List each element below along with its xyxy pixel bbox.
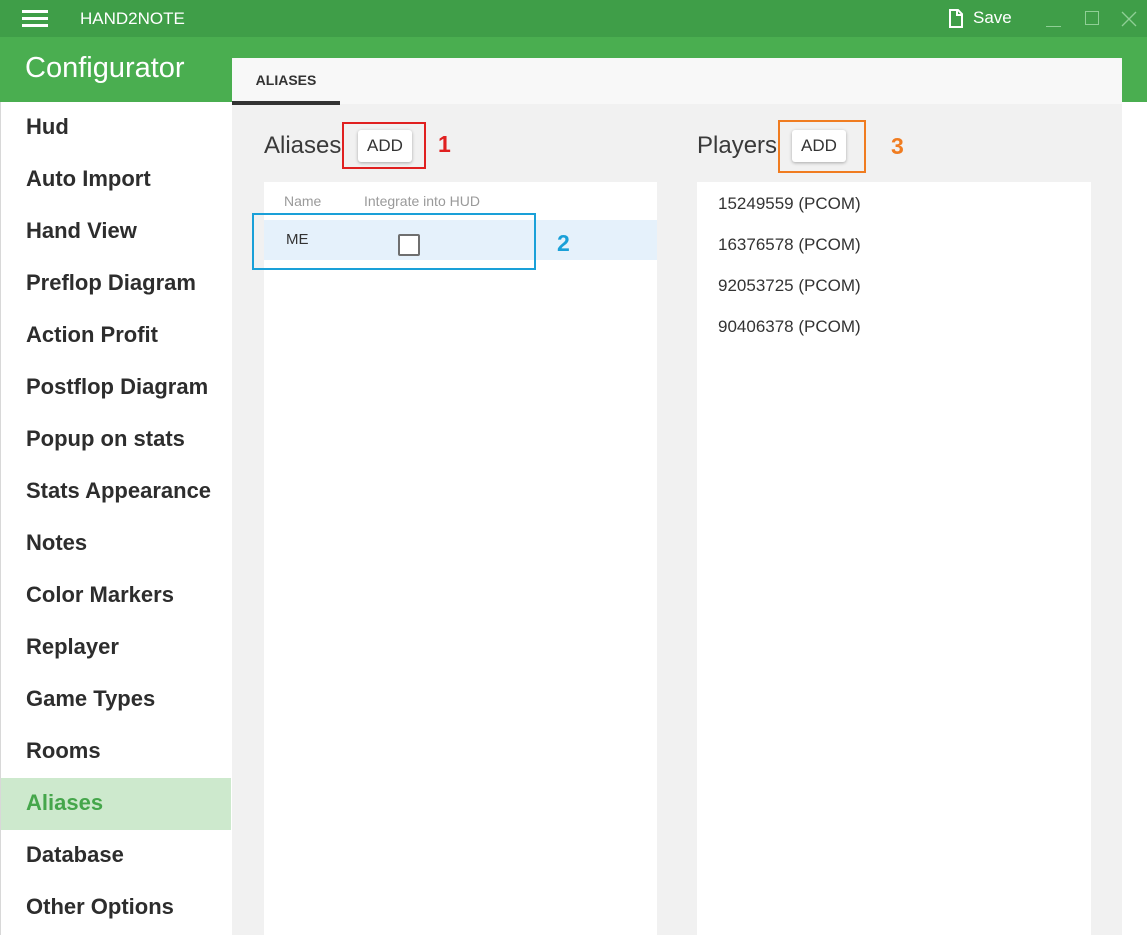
aliases-title: Aliases bbox=[264, 132, 342, 159]
app-title: HAND2NOTE bbox=[80, 9, 185, 28]
sidebar-item-preflop-diagram[interactable]: Preflop Diagram bbox=[1, 258, 231, 310]
column-header-name: Name bbox=[284, 193, 322, 209]
page-title: Configurator bbox=[25, 52, 185, 84]
sidebar-item-replayer[interactable]: Replayer bbox=[1, 622, 231, 674]
maximize-button[interactable] bbox=[1082, 9, 1102, 29]
sidebar-item-rooms[interactable]: Rooms bbox=[1, 726, 231, 778]
sidebar-item-game-types[interactable]: Game Types bbox=[1, 674, 231, 726]
list-item[interactable]: 16376578 (PCOM) bbox=[718, 235, 861, 255]
sidebar-item-hud[interactable]: Hud bbox=[1, 102, 231, 154]
sidebar-item-other-options[interactable]: Other Options bbox=[1, 882, 231, 934]
sidebar: Hud Auto Import Hand View Preflop Diagra… bbox=[0, 102, 231, 935]
close-button[interactable] bbox=[1119, 9, 1139, 29]
tab-indicator bbox=[232, 101, 340, 105]
save-button[interactable]: Save bbox=[948, 6, 1012, 30]
tab-aliases[interactable]: ALIASES bbox=[232, 58, 340, 104]
annotation-box-2 bbox=[252, 213, 536, 270]
sidebar-item-hand-view[interactable]: Hand View bbox=[1, 206, 231, 258]
sidebar-item-notes[interactable]: Notes bbox=[1, 518, 231, 570]
list-item[interactable]: 92053725 (PCOM) bbox=[718, 276, 861, 296]
close-icon bbox=[1121, 11, 1137, 27]
sidebar-item-postflop-diagram[interactable]: Postflop Diagram bbox=[1, 362, 231, 414]
file-icon bbox=[949, 8, 963, 28]
sidebar-item-popup-on-stats[interactable]: Popup on stats bbox=[1, 414, 231, 466]
list-item[interactable]: 15249559 (PCOM) bbox=[718, 194, 861, 214]
sidebar-item-aliases[interactable]: Aliases bbox=[1, 778, 231, 830]
annotation-label-1: 1 bbox=[438, 131, 451, 157]
list-item[interactable]: 90406378 (PCOM) bbox=[718, 317, 861, 337]
annotation-label-2: 2 bbox=[557, 230, 570, 256]
hamburger-menu-icon[interactable] bbox=[22, 10, 48, 28]
column-header-integrate: Integrate into HUD bbox=[364, 193, 480, 209]
aliases-table bbox=[264, 182, 657, 935]
annotation-label-3: 3 bbox=[891, 133, 904, 159]
annotation-box-1 bbox=[342, 122, 426, 169]
sidebar-item-color-markers[interactable]: Color Markers bbox=[1, 570, 231, 622]
sidebar-item-action-profit[interactable]: Action Profit bbox=[1, 310, 231, 362]
sidebar-item-auto-import[interactable]: Auto Import bbox=[1, 154, 231, 206]
players-title: Players bbox=[697, 132, 778, 159]
tab-bar bbox=[232, 58, 1122, 104]
annotation-box-3 bbox=[778, 120, 866, 173]
save-label: Save bbox=[973, 8, 1012, 27]
sidebar-item-stats-appearance[interactable]: Stats Appearance bbox=[1, 466, 231, 518]
tab-label: ALIASES bbox=[255, 72, 317, 88]
sidebar-item-database[interactable]: Database bbox=[1, 830, 231, 882]
minimize-button[interactable] bbox=[1044, 9, 1064, 29]
